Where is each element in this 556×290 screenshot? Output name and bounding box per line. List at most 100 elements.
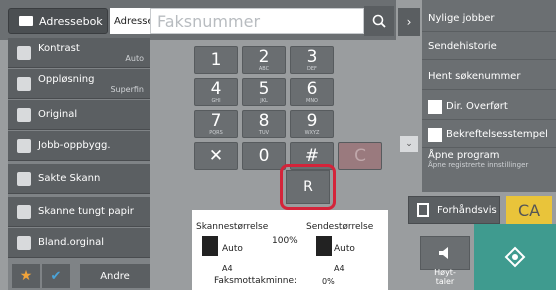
speaker-label: Høyt- taler: [434, 268, 456, 286]
key-6-letters: MNO: [306, 97, 318, 104]
fetch-number-item[interactable]: Hent søkenummer: [422, 64, 556, 90]
key-7-digit: 7: [210, 110, 222, 131]
check-button[interactable]: ✔: [42, 264, 70, 288]
resolution-label: Oppløsning: [38, 73, 95, 85]
key-8-digit: 8: [258, 110, 270, 131]
send-size-label: Sendestørrelse: [306, 222, 374, 232]
send-history-item[interactable]: Sendehistorie: [422, 34, 556, 60]
start-icon: [504, 246, 526, 268]
mixed-original-button[interactable]: Bland.orginal: [8, 228, 150, 258]
key-5[interactable]: 5 JKL: [242, 78, 286, 106]
address-book-button[interactable]: Adressebok: [8, 8, 108, 34]
start-button[interactable]: [474, 224, 556, 290]
key-2-letters: ABC: [258, 65, 270, 72]
checkmark-icon: ✔: [50, 268, 62, 284]
key-4-digit: 4: [210, 78, 222, 99]
chevron-down-icon: ⌄: [405, 139, 413, 149]
other-label: Andre: [100, 270, 130, 282]
ca-button[interactable]: CA: [506, 196, 552, 224]
preview-button[interactable]: Forhåndsvis: [408, 196, 500, 224]
scan-size-value: Auto: [222, 244, 243, 254]
address-book-icon: [19, 16, 33, 26]
key-7-letters: PQRS: [209, 129, 223, 136]
key-2[interactable]: 2 ABC: [242, 46, 286, 74]
scroll-down-button[interactable]: ⌄: [400, 136, 418, 152]
heavy-paper-icon: [17, 205, 31, 219]
send-size-value: Auto: [334, 244, 355, 254]
key-6-digit: 6: [306, 78, 318, 99]
key-0[interactable]: 0: [242, 142, 286, 170]
contrast-button[interactable]: Kontrast Auto: [8, 38, 150, 68]
favorite-button[interactable]: ★: [12, 264, 40, 288]
recent-jobs-item[interactable]: Nylige jobber: [422, 6, 556, 32]
key-8[interactable]: 8 TUV: [242, 110, 286, 138]
open-program-label: Åpne program: [428, 150, 500, 161]
other-button[interactable]: Andre: [80, 264, 150, 288]
key-2-digit: 2: [258, 46, 270, 67]
job-build-button[interactable]: Jobb-oppbygg.: [8, 131, 150, 161]
key-star-symbol: ✕: [208, 145, 224, 166]
key-1-digit: 1: [210, 49, 222, 70]
resolution-icon: [17, 77, 31, 91]
confirmation-stamp-item[interactable]: Bekreftelsesstempel: [422, 122, 556, 148]
scan-size-label: Skannestørrelse: [196, 222, 269, 232]
scan-paper-icon: [202, 236, 218, 256]
original-button[interactable]: Original: [8, 100, 150, 130]
search-button[interactable]: [364, 6, 394, 36]
contrast-value: Auto: [125, 53, 144, 63]
slow-scan-button[interactable]: Sakte Skann: [8, 164, 150, 194]
key-7[interactable]: 7 PQRS: [194, 110, 238, 138]
star-icon: ★: [19, 268, 33, 284]
key-0-digit: 0: [258, 145, 270, 166]
contrast-icon: [17, 46, 31, 60]
speaker-button[interactable]: [420, 236, 470, 270]
resolution-button[interactable]: Oppløsning Superfin: [8, 69, 150, 99]
send-history-label: Sendehistorie: [428, 41, 497, 52]
speaker-icon: [439, 247, 448, 259]
direct-transfer-label: Dir. Overført: [446, 101, 508, 112]
mixed-original-label: Bland.orginal: [38, 237, 105, 248]
menu-toggle-button[interactable]: ›: [398, 8, 420, 36]
heavy-paper-label: Skanne tungt papir: [38, 206, 134, 217]
confirmation-stamp-label: Bekreftelsesstempel: [446, 129, 548, 140]
open-program-subtitle: Åpne registrerte innstillinger: [428, 161, 529, 169]
direct-transfer-item[interactable]: Dir. Overført: [422, 94, 556, 120]
key-3[interactable]: 3 DEF: [290, 46, 334, 74]
fax-memory-value: 0%: [322, 277, 335, 286]
recent-jobs-label: Nylige jobber: [428, 13, 495, 24]
slow-scan-label: Sakte Skann: [38, 173, 101, 184]
mixed-original-icon: [17, 236, 31, 250]
key-r[interactable]: R: [286, 170, 330, 204]
job-build-label: Jobb-oppbygg.: [38, 140, 111, 151]
key-3-letters: DEF: [307, 65, 317, 72]
preview-icon: [417, 203, 429, 217]
chevron-right-icon: ›: [406, 15, 412, 29]
open-program-item[interactable]: Åpne program Åpne registrerte innstillin…: [422, 150, 556, 182]
key-5-letters: JKL: [260, 97, 268, 104]
address-label: Adresse: [110, 8, 154, 34]
key-clear-label: C: [354, 145, 366, 166]
key-4[interactable]: 4 GHI: [194, 78, 238, 106]
original-icon: [17, 108, 31, 122]
ca-label: CA: [517, 200, 541, 220]
direct-transfer-checkbox[interactable]: [428, 99, 442, 114]
fax-number-input[interactable]: Faksnummer: [150, 8, 364, 34]
key-1[interactable]: 1: [194, 46, 238, 74]
key-star[interactable]: ✕: [194, 142, 238, 170]
resolution-value: Superfin: [110, 84, 144, 94]
search-icon: [372, 14, 386, 28]
key-9-letters: WXYZ: [304, 129, 320, 136]
confirmation-stamp-checkbox[interactable]: [428, 127, 442, 142]
key-clear[interactable]: C: [338, 142, 382, 170]
job-build-icon: [17, 139, 31, 153]
send-paper-icon: [316, 236, 332, 256]
preview-label: Forhåndsvis: [437, 204, 497, 216]
key-3-digit: 3: [306, 46, 318, 67]
send-paper-size: A4: [334, 264, 345, 273]
key-9-digit: 9: [306, 110, 318, 131]
key-8-letters: TUV: [258, 129, 270, 136]
key-6[interactable]: 6 MNO: [290, 78, 334, 106]
fetch-number-label: Hent søkenummer: [428, 71, 521, 82]
key-9[interactable]: 9 WXYZ: [290, 110, 334, 138]
heavy-paper-button[interactable]: Skanne tungt papir: [8, 197, 150, 227]
